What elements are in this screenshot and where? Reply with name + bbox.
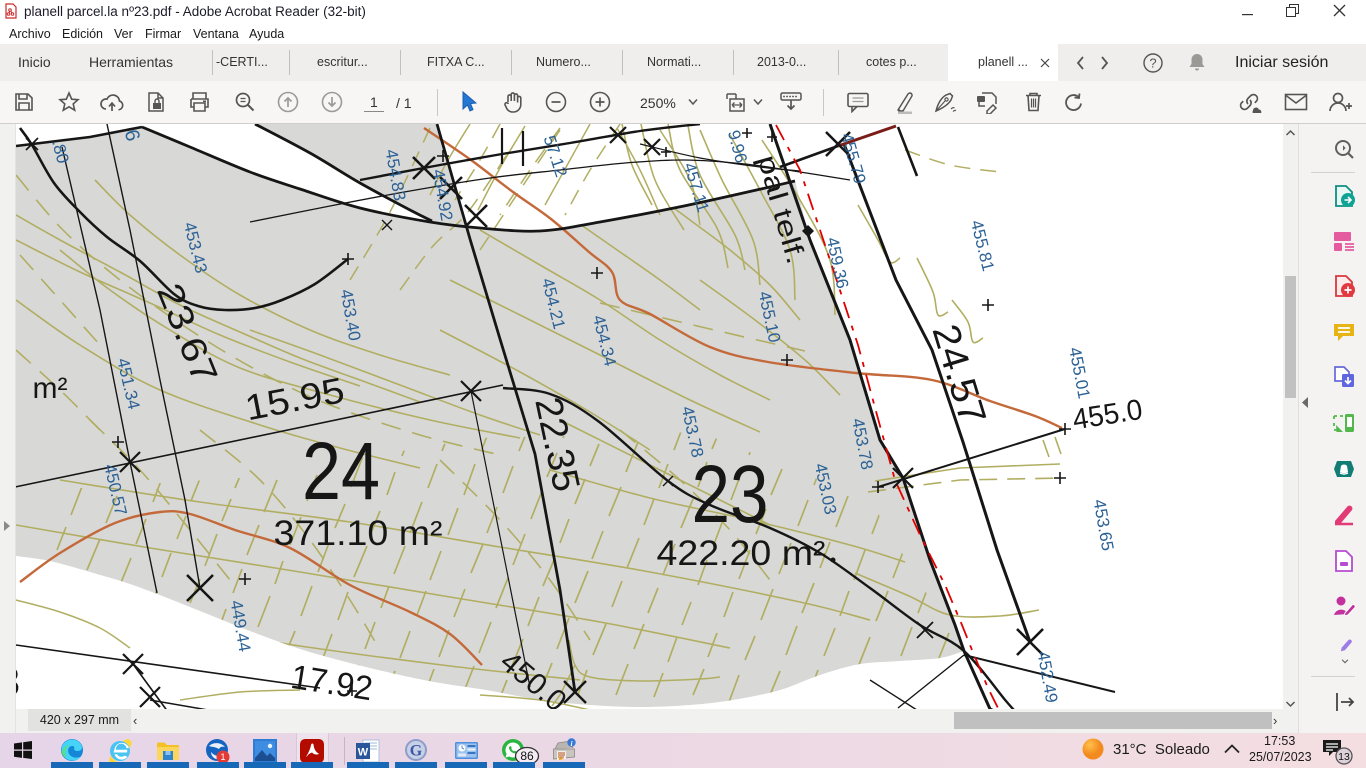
svg-text:1: 1 [220, 752, 225, 762]
svg-text:m²: m² [33, 372, 68, 405]
svg-text:23: 23 [692, 449, 769, 540]
svg-text:W: W [358, 747, 369, 759]
svg-text:?: ? [1149, 56, 1156, 71]
svg-text:422.20 m²: 422.20 m² [657, 534, 826, 573]
svg-text:24: 24 [302, 426, 380, 517]
svg-text:86: 86 [520, 749, 534, 763]
svg-text:13: 13 [1338, 751, 1350, 763]
svg-text:371.10 m²: 371.10 m² [274, 514, 443, 553]
svg-text:G: G [410, 743, 423, 760]
